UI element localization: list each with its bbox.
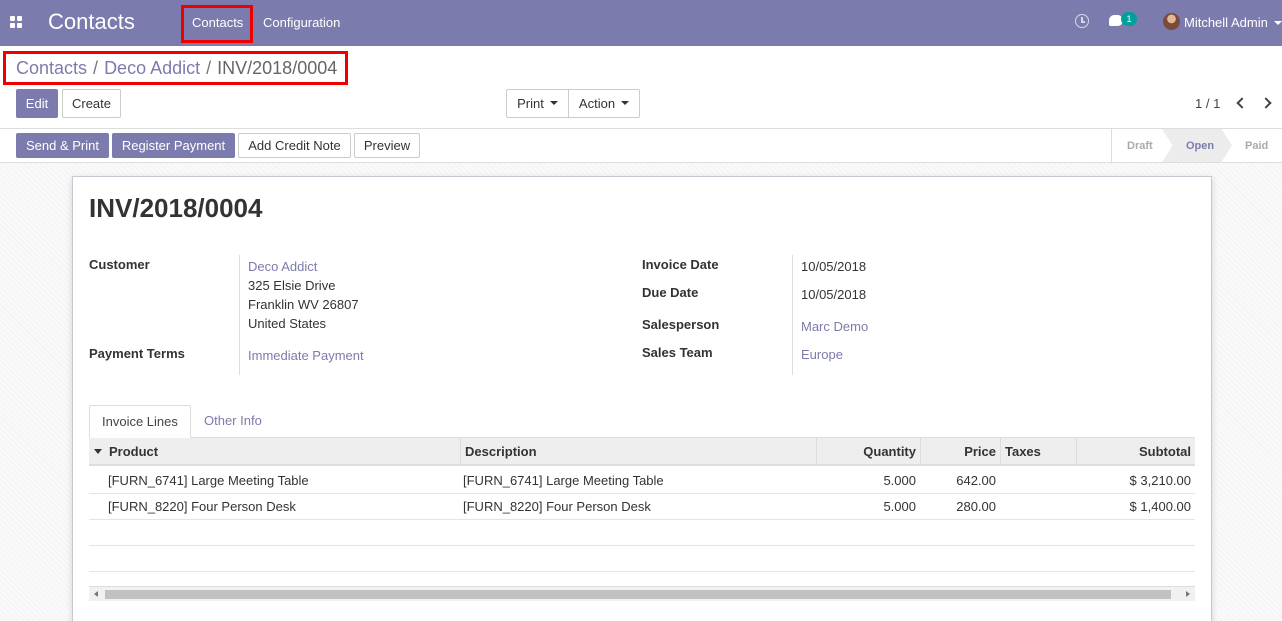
cell-subtotal: $ 3,210.00 bbox=[1129, 473, 1191, 488]
menu-configuration[interactable]: Configuration bbox=[263, 15, 340, 30]
salesperson-label: Salesperson bbox=[642, 317, 720, 332]
print-label: Print bbox=[517, 96, 544, 111]
stage-paid[interactable]: Paid bbox=[1245, 140, 1268, 152]
cell-description: [FURN_8220] Four Person Desk bbox=[463, 499, 651, 514]
scrollbar-thumb[interactable] bbox=[105, 590, 1171, 599]
table-empty-row bbox=[89, 520, 1195, 546]
address-line-2: Franklin WV 26807 bbox=[248, 297, 359, 312]
col-price[interactable]: Price bbox=[920, 438, 1000, 466]
notebook-tabs: Invoice Lines Other Info bbox=[89, 405, 1195, 438]
cell-subtotal: $ 1,400.00 bbox=[1129, 499, 1191, 514]
salesperson-link[interactable]: Marc Demo bbox=[801, 319, 868, 334]
send-print-button[interactable]: Send & Print bbox=[16, 133, 109, 158]
caret-down-icon bbox=[621, 101, 630, 105]
cell-quantity: 5.000 bbox=[883, 499, 916, 514]
table-footer-row bbox=[89, 546, 1195, 572]
chevron-right-icon[interactable] bbox=[1260, 97, 1272, 109]
invoice-number: INV/2018/0004 bbox=[89, 193, 263, 223]
customer-label: Customer bbox=[89, 257, 150, 272]
col-description[interactable]: Description bbox=[460, 438, 816, 466]
status-stages: Draft Open Paid bbox=[1111, 129, 1282, 162]
invoice-date-value: 10/05/2018 bbox=[801, 259, 867, 274]
field-divider bbox=[239, 255, 240, 375]
activity-clock-icon[interactable] bbox=[1075, 14, 1089, 28]
horizontal-scrollbar[interactable] bbox=[89, 586, 1195, 601]
due-date-label: Due Date bbox=[642, 285, 699, 300]
sort-caret-icon[interactable] bbox=[94, 449, 102, 454]
sales-team-link[interactable]: Europe bbox=[801, 347, 843, 362]
cell-price: 642.00 bbox=[956, 473, 996, 488]
cell-taxes bbox=[1000, 494, 1076, 520]
tab-invoice-lines[interactable]: Invoice Lines bbox=[89, 405, 191, 438]
app-title: Contacts bbox=[48, 9, 135, 34]
add-credit-note-button[interactable]: Add Credit Note bbox=[238, 133, 351, 158]
cell-taxes bbox=[1000, 468, 1076, 494]
register-payment-button[interactable]: Register Payment bbox=[112, 133, 235, 158]
chat-badge: 1 bbox=[1121, 12, 1137, 26]
highlight-box-breadcrumb bbox=[3, 51, 348, 85]
preview-button[interactable]: Preview bbox=[354, 133, 420, 158]
edit-button[interactable]: Edit bbox=[16, 89, 58, 118]
apps-grid-icon[interactable] bbox=[10, 16, 23, 29]
payment-terms-link[interactable]: Immediate Payment bbox=[248, 348, 364, 363]
col-taxes[interactable]: Taxes bbox=[1000, 438, 1076, 466]
chevron-left-icon[interactable] bbox=[1236, 97, 1248, 109]
cell-product: [FURN_6741] Large Meeting Table bbox=[108, 473, 309, 488]
action-dropdown[interactable]: Action bbox=[568, 89, 640, 118]
col-quantity[interactable]: Quantity bbox=[816, 438, 920, 466]
highlight-box-menu bbox=[181, 5, 253, 43]
col-product[interactable]: Product bbox=[105, 438, 461, 466]
action-label: Action bbox=[578, 96, 616, 111]
print-dropdown[interactable]: Print bbox=[506, 89, 569, 118]
create-button[interactable]: Create bbox=[62, 89, 121, 118]
address-line-3: United States bbox=[248, 316, 327, 331]
table-row[interactable]: [FURN_6741] Large Meeting Table [FURN_67… bbox=[89, 468, 1195, 494]
scroll-right-arrow-icon[interactable] bbox=[1186, 591, 1190, 597]
table-header: Product Description Quantity Price Taxes… bbox=[89, 438, 1195, 466]
address-line-1: 325 Elsie Drive bbox=[248, 278, 336, 293]
top-navbar: Contacts Contacts Configuration 1 Mitche… bbox=[0, 0, 1282, 46]
table-row[interactable]: [FURN_8220] Four Person Desk [FURN_8220]… bbox=[89, 494, 1195, 520]
field-divider bbox=[792, 255, 793, 375]
caret-down-icon[interactable] bbox=[1274, 21, 1282, 25]
cell-quantity: 5.000 bbox=[883, 473, 916, 488]
customer-link[interactable]: Deco Addict bbox=[248, 259, 317, 274]
cell-price: 280.00 bbox=[956, 499, 996, 514]
user-menu[interactable]: Mitchell Admin bbox=[1184, 15, 1268, 30]
col-subtotal[interactable]: Subtotal bbox=[1076, 438, 1195, 466]
caret-down-icon bbox=[549, 101, 558, 105]
stage-draft[interactable]: Draft bbox=[1127, 140, 1153, 152]
invoice-date-label: Invoice Date bbox=[642, 257, 719, 272]
user-avatar[interactable] bbox=[1163, 13, 1180, 30]
due-date-value: 10/05/2018 bbox=[801, 287, 867, 302]
scroll-left-arrow-icon[interactable] bbox=[94, 591, 98, 597]
payment-terms-label: Payment Terms bbox=[89, 346, 185, 361]
stage-open[interactable]: Open bbox=[1186, 140, 1214, 152]
tab-other-info[interactable]: Other Info bbox=[192, 405, 274, 438]
cell-description: [FURN_6741] Large Meeting Table bbox=[463, 473, 664, 488]
pager-value[interactable]: 1 / 1 bbox=[1195, 96, 1220, 111]
form-sheet: INV/2018/0004 Customer Deco Addict 325 E… bbox=[72, 176, 1212, 621]
sales-team-label: Sales Team bbox=[642, 345, 713, 360]
cell-product: [FURN_8220] Four Person Desk bbox=[108, 499, 296, 514]
